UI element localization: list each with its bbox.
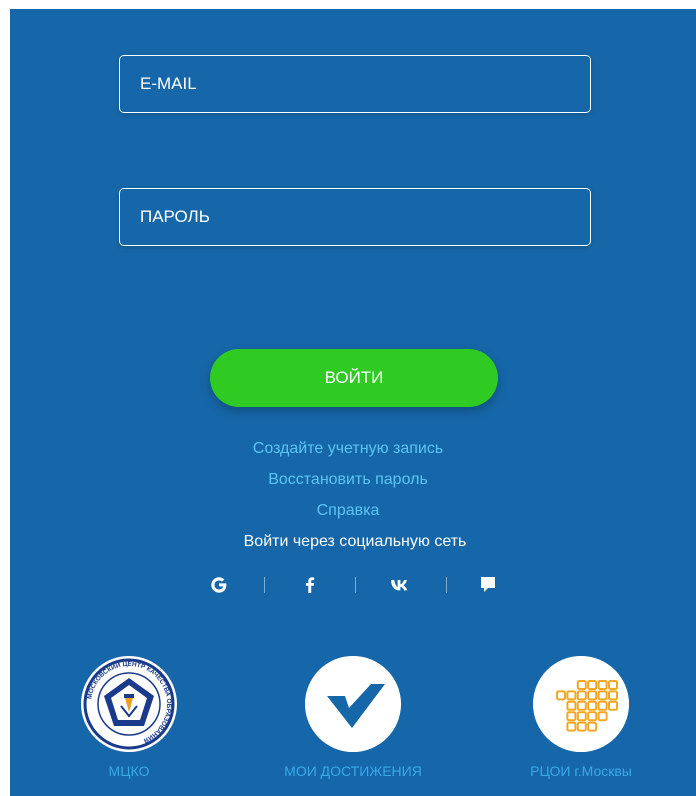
email-input[interactable] (119, 55, 591, 113)
create-account-link[interactable]: Создайте учетную запись (0, 439, 696, 459)
password-input[interactable] (119, 188, 591, 246)
social-login-label: Войти через социальную сеть (243, 533, 467, 550)
org-mcko-label: МЦКО (108, 763, 150, 779)
org-achievements[interactable]: МОИ ДОСТИЖЕНИЯ (284, 656, 422, 779)
mcko-logo: МОСКОВСКИЙ ЦЕНТР КАЧЕСТВА ОБРАЗОВАНИЯ (81, 656, 177, 752)
achievements-logo (305, 656, 401, 752)
social-divider (264, 577, 265, 593)
vk-icon[interactable] (385, 570, 415, 600)
google-icon[interactable] (204, 570, 234, 600)
facebook-icon[interactable] (295, 570, 325, 600)
social-login-row (0, 570, 696, 600)
org-rcoi-label: РЦОИ г.Москвы (530, 763, 632, 779)
social-divider (446, 577, 447, 593)
org-rcoi[interactable]: РЦОИ г.Москвы (530, 656, 632, 779)
org-achievements-label: МОИ ДОСТИЖЕНИЯ (284, 763, 422, 779)
social-divider (355, 577, 356, 593)
chat-icon[interactable] (473, 570, 503, 600)
restore-password-link[interactable]: Восстановить пароль (0, 470, 696, 490)
help-link[interactable]: Справка (0, 501, 696, 521)
rcoi-logo (533, 656, 629, 752)
org-mcko[interactable]: МОСКОВСКИЙ ЦЕНТР КАЧЕСТВА ОБРАЗОВАНИЯ МЦ… (79, 656, 179, 779)
login-button[interactable]: ВОЙТИ (210, 349, 498, 407)
